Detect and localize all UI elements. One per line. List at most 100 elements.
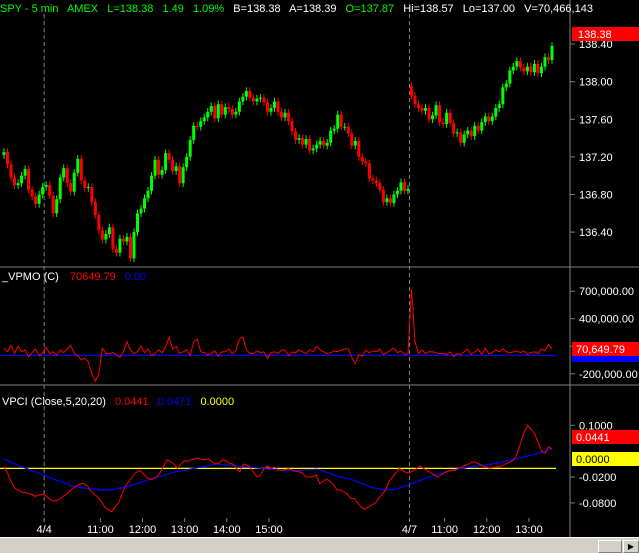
candle-body <box>139 208 143 214</box>
candle-body <box>269 108 273 112</box>
trading-chart: SPY - 5 min AMEX L=138.38 1.49 1.09% B=1… <box>0 0 639 553</box>
candle-body <box>469 130 473 137</box>
candle-body <box>455 132 459 134</box>
candle-body <box>150 175 154 191</box>
price-tick-label: 136.80 <box>579 189 613 201</box>
vpci-last-tag-text: 0.0441 <box>576 432 610 444</box>
header-ask: A=138.39 <box>289 3 336 15</box>
candle-body <box>445 112 449 124</box>
candle-body <box>518 61 522 68</box>
candle-body <box>37 194 41 204</box>
vpmo-value-blue: 0.00 <box>125 271 146 283</box>
candle-body <box>487 116 491 122</box>
candle-body <box>290 121 294 132</box>
candle-body <box>188 139 192 157</box>
candle-body <box>280 111 284 118</box>
header-exchange: AMEX <box>67 3 99 15</box>
candle-body <box>529 66 533 73</box>
candle-body <box>378 183 382 190</box>
candle-body <box>276 101 280 112</box>
candle-body <box>448 112 452 124</box>
header-last: L=138.38 <box>107 3 153 15</box>
candle-body <box>515 61 519 67</box>
price-tick-label: 137.60 <box>579 114 613 126</box>
candle-body <box>353 140 357 146</box>
candle-body <box>248 91 252 98</box>
candle-body <box>230 108 234 115</box>
header-symbol: SPY - 5 min <box>0 3 59 15</box>
x-tick-label: 4/7 <box>402 524 417 536</box>
candle-body <box>332 128 336 131</box>
candle-body <box>385 198 389 203</box>
candle-body <box>546 57 550 61</box>
candle-body <box>206 111 210 118</box>
candle-body <box>532 63 536 73</box>
candle-body <box>462 134 466 143</box>
candle-body <box>65 168 69 184</box>
vpmo-header: _VPMO (C) 70649.79 0.00 <box>1 271 146 283</box>
vpci-zero-tag-text: 0.0000 <box>576 454 610 466</box>
candle-body <box>265 102 269 112</box>
candle-body <box>69 183 73 192</box>
candle-body <box>174 166 178 171</box>
candle-body <box>167 153 171 160</box>
candle-body <box>55 199 59 214</box>
scroll-right-arrow-icon[interactable]: ▶ <box>623 540 639 553</box>
candle-body <box>227 107 231 109</box>
candle-body <box>311 148 315 151</box>
candle-body <box>160 170 164 175</box>
header-bid: B=138.38 <box>233 3 280 15</box>
candle-body <box>41 186 45 195</box>
candle-body <box>308 139 312 151</box>
candle-body <box>157 159 161 175</box>
candle-body <box>388 198 392 203</box>
candle-body <box>97 215 101 231</box>
candle-body <box>304 139 308 145</box>
candle-body <box>27 169 31 190</box>
header-low: Lo=137.00 <box>463 3 515 15</box>
candle-body <box>202 117 206 122</box>
candle-body <box>427 108 431 120</box>
horizontal-scrollbar[interactable]: ▶ <box>0 537 639 553</box>
vpmo-blue-tag <box>572 356 639 362</box>
candle-body <box>374 180 378 184</box>
candle-body <box>301 138 305 145</box>
header-high: Hi=138.57 <box>403 3 453 15</box>
candle-body <box>262 97 266 103</box>
x-tick-label: 11:00 <box>87 524 114 536</box>
candle-body <box>360 156 364 162</box>
candle-body <box>195 125 199 127</box>
candle-body <box>192 125 196 140</box>
candle-body <box>438 105 442 123</box>
candle-body <box>181 167 185 184</box>
candle-body <box>395 190 399 195</box>
scrollbar-thumb[interactable] <box>598 540 622 553</box>
candle-body <box>490 116 494 122</box>
vpci-value-yellow: 0.0000 <box>200 396 234 408</box>
vpmo-tick-label: 400,000.00 <box>579 314 634 326</box>
candle-body <box>241 96 245 102</box>
header-change-pct: 1.09% <box>193 3 224 15</box>
candle-body <box>357 140 361 157</box>
candle-body <box>199 121 203 127</box>
candle-body <box>434 105 438 116</box>
candle-body <box>44 185 48 187</box>
candle-body <box>128 236 132 259</box>
x-tick-label: 13:00 <box>515 524 543 536</box>
candle-body <box>511 66 515 71</box>
candle-body <box>325 142 329 146</box>
candle-body <box>371 178 375 181</box>
candle-body <box>164 153 168 171</box>
candle-body <box>315 144 319 149</box>
candle-body <box>13 177 17 186</box>
candle-body <box>93 202 97 216</box>
candle-body <box>350 133 354 146</box>
price-last-tag-text: 138.38 <box>578 29 612 41</box>
candle-body <box>255 98 259 102</box>
price-tick-label: 136.40 <box>579 227 613 239</box>
candle-body <box>441 122 445 124</box>
candle-body <box>83 180 87 188</box>
x-tick-label: 15:00 <box>255 524 283 536</box>
candle-body <box>336 114 340 129</box>
candle-body <box>20 175 24 184</box>
